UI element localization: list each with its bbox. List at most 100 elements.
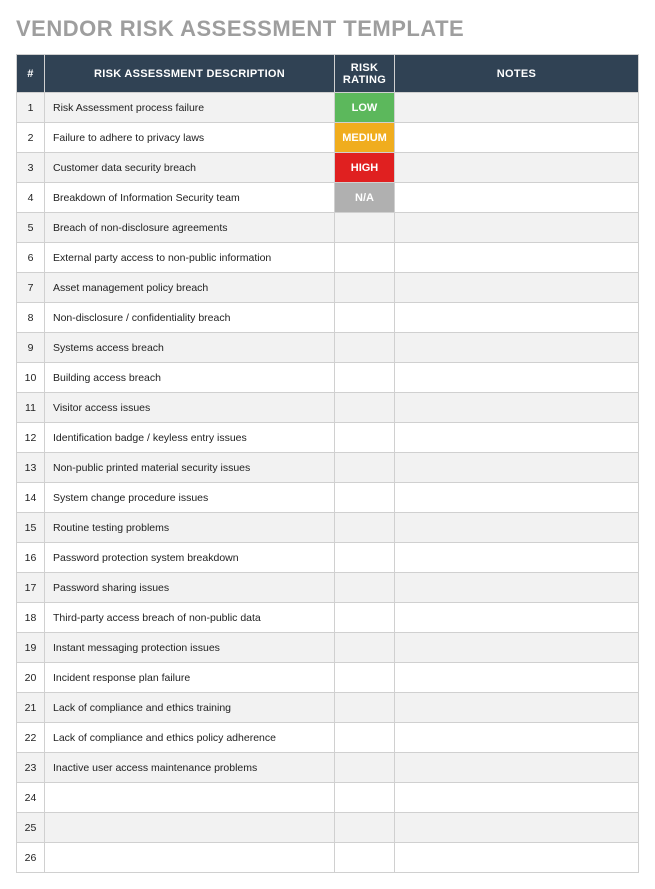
row-description bbox=[45, 813, 335, 843]
row-rating: MEDIUM bbox=[335, 123, 395, 153]
table-row: 22Lack of compliance and ethics policy a… bbox=[17, 723, 639, 753]
row-rating bbox=[335, 633, 395, 663]
row-notes bbox=[395, 333, 639, 363]
header-description: RISK ASSESSMENT DESCRIPTION bbox=[45, 55, 335, 93]
row-number: 2 bbox=[17, 123, 45, 153]
table-row: 18Third-party access breach of non-publi… bbox=[17, 603, 639, 633]
row-number: 25 bbox=[17, 813, 45, 843]
row-rating bbox=[335, 513, 395, 543]
row-number: 3 bbox=[17, 153, 45, 183]
row-rating bbox=[335, 273, 395, 303]
row-notes bbox=[395, 513, 639, 543]
row-notes bbox=[395, 843, 639, 873]
row-notes bbox=[395, 123, 639, 153]
row-number: 1 bbox=[17, 93, 45, 123]
row-notes bbox=[395, 183, 639, 213]
row-description bbox=[45, 783, 335, 813]
row-description: Risk Assessment process failure bbox=[45, 93, 335, 123]
table-row: 11Visitor access issues bbox=[17, 393, 639, 423]
row-number: 10 bbox=[17, 363, 45, 393]
row-notes bbox=[395, 783, 639, 813]
row-notes bbox=[395, 153, 639, 183]
row-number: 8 bbox=[17, 303, 45, 333]
row-number: 22 bbox=[17, 723, 45, 753]
table-row: 6External party access to non-public inf… bbox=[17, 243, 639, 273]
row-notes bbox=[395, 543, 639, 573]
row-rating bbox=[335, 573, 395, 603]
row-notes bbox=[395, 303, 639, 333]
table-row: 13Non-public printed material security i… bbox=[17, 453, 639, 483]
row-description: Building access breach bbox=[45, 363, 335, 393]
row-notes bbox=[395, 663, 639, 693]
row-notes bbox=[395, 93, 639, 123]
row-rating bbox=[335, 813, 395, 843]
row-description: Lack of compliance and ethics policy adh… bbox=[45, 723, 335, 753]
row-rating bbox=[335, 483, 395, 513]
row-description: Lack of compliance and ethics training bbox=[45, 693, 335, 723]
row-number: 23 bbox=[17, 753, 45, 783]
row-notes bbox=[395, 603, 639, 633]
row-rating bbox=[335, 393, 395, 423]
row-description: Instant messaging protection issues bbox=[45, 633, 335, 663]
row-description: Password sharing issues bbox=[45, 573, 335, 603]
table-row: 16Password protection system breakdown bbox=[17, 543, 639, 573]
table-row: 24 bbox=[17, 783, 639, 813]
row-notes bbox=[395, 693, 639, 723]
table-row: 14System change procedure issues bbox=[17, 483, 639, 513]
header-rating: RISK RATING bbox=[335, 55, 395, 93]
table-row: 23Inactive user access maintenance probl… bbox=[17, 753, 639, 783]
row-rating bbox=[335, 843, 395, 873]
row-rating bbox=[335, 603, 395, 633]
row-number: 9 bbox=[17, 333, 45, 363]
row-number: 17 bbox=[17, 573, 45, 603]
row-description: Third-party access breach of non-public … bbox=[45, 603, 335, 633]
row-notes bbox=[395, 393, 639, 423]
row-number: 26 bbox=[17, 843, 45, 873]
row-description: Identification badge / keyless entry iss… bbox=[45, 423, 335, 453]
table-row: 10Building access breach bbox=[17, 363, 639, 393]
row-description: Password protection system breakdown bbox=[45, 543, 335, 573]
row-rating bbox=[335, 303, 395, 333]
row-description: Systems access breach bbox=[45, 333, 335, 363]
table-row: 8Non-disclosure / confidentiality breach bbox=[17, 303, 639, 333]
row-rating bbox=[335, 363, 395, 393]
table-row: 9Systems access breach bbox=[17, 333, 639, 363]
row-description: Non-disclosure / confidentiality breach bbox=[45, 303, 335, 333]
row-number: 12 bbox=[17, 423, 45, 453]
table-row: 3Customer data security breachHIGH bbox=[17, 153, 639, 183]
row-rating bbox=[335, 783, 395, 813]
table-row: 20Incident response plan failure bbox=[17, 663, 639, 693]
row-notes bbox=[395, 573, 639, 603]
row-rating bbox=[335, 543, 395, 573]
row-number: 18 bbox=[17, 603, 45, 633]
risk-assessment-table: # RISK ASSESSMENT DESCRIPTION RISK RATIN… bbox=[16, 54, 639, 873]
table-row: 2Failure to adhere to privacy lawsMEDIUM bbox=[17, 123, 639, 153]
row-number: 6 bbox=[17, 243, 45, 273]
row-rating bbox=[335, 243, 395, 273]
row-number: 21 bbox=[17, 693, 45, 723]
row-description: Routine testing problems bbox=[45, 513, 335, 543]
row-rating bbox=[335, 423, 395, 453]
table-row: 15Routine testing problems bbox=[17, 513, 639, 543]
row-number: 7 bbox=[17, 273, 45, 303]
table-header-row: # RISK ASSESSMENT DESCRIPTION RISK RATIN… bbox=[17, 55, 639, 93]
row-number: 4 bbox=[17, 183, 45, 213]
row-notes bbox=[395, 813, 639, 843]
table-row: 26 bbox=[17, 843, 639, 873]
row-notes bbox=[395, 363, 639, 393]
row-notes bbox=[395, 483, 639, 513]
table-row: 5Breach of non-disclosure agreements bbox=[17, 213, 639, 243]
row-rating bbox=[335, 753, 395, 783]
row-number: 20 bbox=[17, 663, 45, 693]
row-description: Incident response plan failure bbox=[45, 663, 335, 693]
row-rating bbox=[335, 453, 395, 483]
row-description: Breach of non-disclosure agreements bbox=[45, 213, 335, 243]
row-notes bbox=[395, 273, 639, 303]
header-notes: NOTES bbox=[395, 55, 639, 93]
row-description: Asset management policy breach bbox=[45, 273, 335, 303]
row-description: Failure to adhere to privacy laws bbox=[45, 123, 335, 153]
table-row: 25 bbox=[17, 813, 639, 843]
table-row: 1Risk Assessment process failureLOW bbox=[17, 93, 639, 123]
row-number: 19 bbox=[17, 633, 45, 663]
row-description bbox=[45, 843, 335, 873]
